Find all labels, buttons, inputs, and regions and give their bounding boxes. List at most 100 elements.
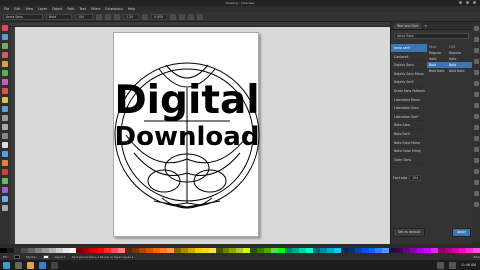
calligraphy-tool-icon[interactable]	[2, 133, 8, 139]
print-icon[interactable]	[473, 59, 479, 64]
window-controls	[459, 1, 476, 4]
redo-icon[interactable]	[473, 103, 479, 108]
import-icon[interactable]	[473, 70, 479, 75]
spiral-tool-icon[interactable]	[2, 106, 8, 112]
eraser-tool-icon[interactable]	[2, 160, 8, 166]
italic-icon[interactable]	[114, 13, 120, 20]
font-item[interactable]: DejaVu Sans	[391, 61, 427, 70]
3d-box-tool-icon[interactable]	[2, 79, 8, 85]
stroke-label: Stroke:	[26, 254, 37, 259]
style-row[interactable]: Bold Italic Bold Italic	[427, 68, 473, 74]
maximize-button[interactable]	[466, 1, 469, 4]
word-spacing-icon[interactable]	[170, 13, 176, 20]
apply-button[interactable]: Apply	[452, 228, 471, 237]
font-item[interactable]: Noto Color Emoji	[391, 147, 427, 156]
paste-icon[interactable]	[473, 125, 479, 130]
export-icon[interactable]	[473, 81, 479, 86]
zoom-field[interactable]: 44%	[473, 255, 480, 259]
ungroup-icon[interactable]	[473, 169, 479, 174]
star-tool-icon[interactable]	[2, 97, 8, 103]
panel-font-size-field[interactable]: 104	[409, 174, 422, 181]
text-tool-icon[interactable]	[2, 142, 8, 148]
mesh-tool-icon[interactable]	[2, 187, 8, 193]
selector-tool-icon[interactable]	[2, 25, 8, 31]
font-size-field[interactable]: 104	[75, 13, 93, 20]
zoom-tool-icon[interactable]	[2, 52, 8, 58]
gradient-tool-icon[interactable]	[2, 178, 8, 184]
xml-editor-icon[interactable]	[473, 202, 479, 207]
network-icon[interactable]	[436, 261, 444, 269]
tab-text-and-font[interactable]: Text and Font	[394, 22, 422, 29]
font-item[interactable]: Droid Sans Fallback	[391, 87, 427, 96]
font-search-input[interactable]: Anna Sans	[394, 33, 469, 39]
panel-header: Text and Font ×	[391, 22, 472, 30]
open-icon[interactable]	[473, 37, 479, 42]
font-family-list: anna serif Cantarell DejaVu Sans DejaVu …	[391, 44, 427, 165]
status-message: Text (Anna Sans, 104 px) in layer Layer …	[71, 254, 135, 259]
font-item[interactable]: anna serif	[391, 44, 427, 53]
zoom-in-icon[interactable]	[473, 136, 479, 141]
text-orientation-icon[interactable]	[197, 13, 203, 20]
stroke-swatch[interactable]	[42, 254, 49, 259]
style-face: Bold Italic	[429, 69, 445, 73]
rotation-icon[interactable]	[188, 13, 194, 20]
panel-footer: Set as default Apply	[393, 228, 471, 237]
font-item[interactable]: Noto Sans	[391, 121, 427, 130]
font-item[interactable]: DejaVu Sans Mono	[391, 70, 427, 79]
font-item[interactable]: Noto Serif	[391, 130, 427, 139]
pen-tool-icon[interactable]	[2, 124, 8, 130]
layer-select[interactable]: Layer 1	[55, 255, 66, 259]
document-page[interactable]: Digital Download	[113, 32, 260, 237]
ellipse-tool-icon[interactable]	[2, 88, 8, 94]
bold-icon[interactable]	[105, 13, 111, 20]
volume-icon[interactable]	[448, 261, 456, 269]
font-family-select[interactable]: Anna Sans	[3, 13, 43, 20]
close-button[interactable]	[473, 1, 476, 4]
undo-icon[interactable]	[473, 92, 479, 97]
font-item[interactable]: Open Sans	[391, 156, 427, 165]
start-menu-icon[interactable]	[3, 261, 10, 269]
node-tool-icon[interactable]	[2, 34, 8, 40]
copy-icon[interactable]	[473, 114, 479, 119]
browser-icon[interactable]	[39, 261, 46, 269]
terminal-icon[interactable]	[15, 261, 22, 269]
file-manager-icon[interactable]	[27, 261, 34, 269]
close-panel-icon[interactable]: ×	[424, 24, 427, 28]
canvas[interactable]: Digital Download	[15, 27, 390, 244]
fill-swatch[interactable]	[14, 254, 21, 259]
align-left-icon[interactable]	[96, 13, 102, 20]
spray-tool-icon[interactable]	[2, 151, 8, 157]
toolbox	[0, 22, 10, 244]
set-default-button[interactable]: Set as default	[393, 228, 426, 237]
rectangle-tool-icon[interactable]	[2, 70, 8, 76]
fill-stroke-icon[interactable]	[473, 180, 479, 185]
dropper-tool-icon[interactable]	[2, 196, 8, 202]
minimize-button[interactable]	[459, 1, 462, 4]
paint-bucket-tool-icon[interactable]	[2, 169, 8, 175]
font-item[interactable]: Liberation Sans	[391, 104, 427, 113]
title-line-2[interactable]: Download	[114, 122, 260, 152]
font-item[interactable]: Liberation Serif	[391, 113, 427, 122]
inkscape-taskbar-icon[interactable]	[51, 261, 58, 269]
zoom-out-icon[interactable]	[473, 147, 479, 152]
superscript-icon[interactable]	[142, 13, 148, 20]
title-line-1[interactable]: Digital	[114, 78, 260, 123]
kerning-icon[interactable]	[179, 13, 185, 20]
line-spacing-field[interactable]: 1.25	[123, 13, 139, 20]
font-size-label: Font size	[393, 175, 408, 180]
font-item[interactable]: Cantarell	[391, 53, 427, 62]
font-item[interactable]: Liberation Mono	[391, 96, 427, 105]
font-style-select[interactable]: Bold	[46, 13, 72, 20]
measure-tool-icon[interactable]	[2, 61, 8, 67]
save-icon[interactable]	[473, 48, 479, 53]
letter-spacing-field[interactable]: 0.000	[151, 13, 167, 20]
new-document-icon[interactable]	[473, 26, 479, 31]
font-item[interactable]: DejaVu Serif	[391, 78, 427, 87]
text-font-icon[interactable]	[473, 191, 479, 196]
window-title: Drawing - Inkscape	[225, 1, 255, 5]
group-icon[interactable]	[473, 158, 479, 163]
connector-tool-icon[interactable]	[2, 205, 8, 211]
font-item[interactable]: Noto Sans Mono	[391, 139, 427, 148]
pencil-tool-icon[interactable]	[2, 115, 8, 121]
tweak-tool-icon[interactable]	[2, 43, 8, 49]
